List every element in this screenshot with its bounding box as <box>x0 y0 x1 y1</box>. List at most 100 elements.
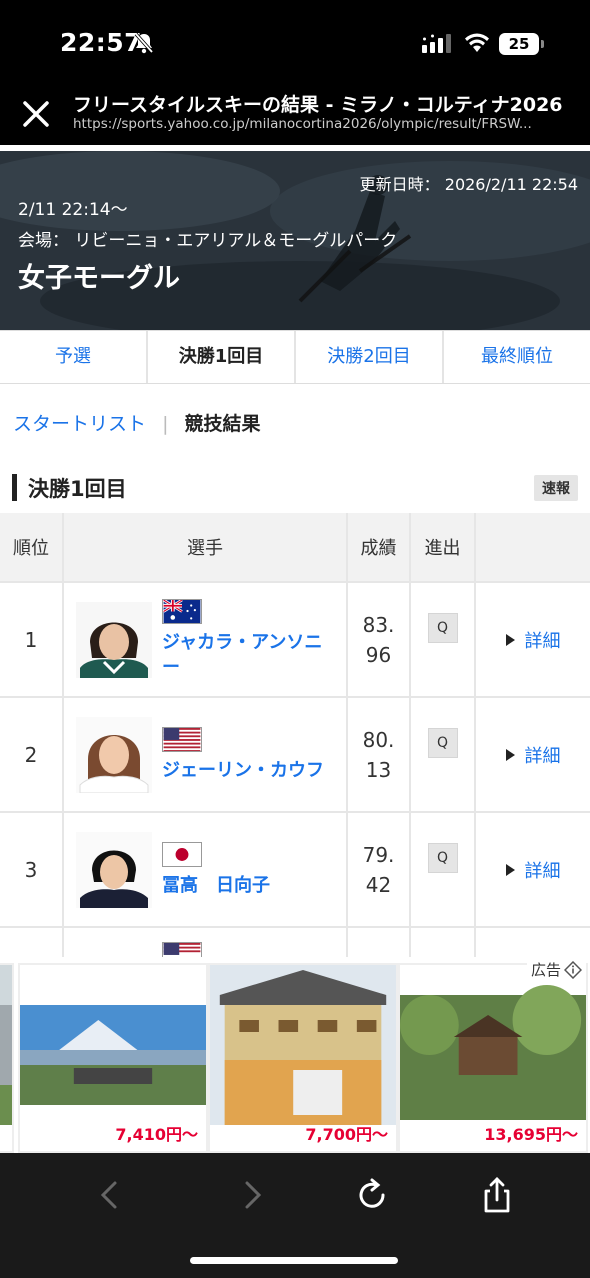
tab-qualification[interactable]: 予選 <box>0 331 148 383</box>
tab-final-ranking[interactable]: 最終順位 <box>444 331 590 383</box>
rank-value: 3 <box>24 857 38 882</box>
browser-header: フリースタイルスキーの結果 - ミラノ・コルティナ2026 https://sp… <box>0 90 590 148</box>
ad-card[interactable] <box>0 963 14 1153</box>
ad-image <box>210 965 396 1125</box>
status-bar: 22:57 25 <box>0 0 590 90</box>
page-url[interactable]: https://sports.yahoo.co.jp/milanocortina… <box>73 116 573 132</box>
rank-cell: 1 <box>0 583 64 696</box>
bell-slash-icon <box>134 32 154 54</box>
player-wrap: 冨高 日向子 <box>64 831 346 908</box>
player-name-link[interactable]: 冨高 日向子 <box>162 873 324 898</box>
triangle-right-icon <box>505 863 515 876</box>
detail-label: 詳細 <box>524 860 561 882</box>
athlete-photo[interactable] <box>76 716 152 793</box>
score-value: 79.42 <box>362 842 395 897</box>
ad-price: 7,700円〜 <box>305 1125 388 1144</box>
event-date: 2/11 22:14〜 <box>18 200 128 220</box>
breaking-badge: 速報 <box>534 475 578 501</box>
ad-image <box>400 965 586 1125</box>
battery-indicator: 25 <box>499 33 544 55</box>
page-title: フリースタイルスキーの結果 - ミラノ・コルティナ2026 <box>73 94 563 116</box>
ad-card[interactable]: 7,700円〜 <box>208 963 398 1153</box>
reload-icon[interactable] <box>352 1175 392 1215</box>
advance-cell: Q <box>411 698 476 811</box>
triangle-right-icon <box>505 748 515 761</box>
player-info: ジェーリン・カウフ <box>162 726 324 783</box>
start-list-link[interactable]: スタートリスト <box>13 413 146 435</box>
status-time: 22:57 <box>60 28 143 57</box>
player-info: ジャカラ・アンソニー <box>162 599 324 680</box>
forward-icon[interactable] <box>232 1175 272 1215</box>
ad-carousel[interactable]: 7,410円〜 7,700円〜 13,695円〜 広告 <box>0 957 590 1153</box>
subnav-separator: | <box>162 413 169 435</box>
rank-cell: 2 <box>0 698 64 811</box>
detail-cell: 詳細 <box>476 813 590 926</box>
section-heading: 決勝1回目 速報 <box>12 472 578 502</box>
tab-final-1[interactable]: 決勝1回目 <box>148 331 296 383</box>
score-value: 80.13 <box>362 727 395 782</box>
ad-price: 7,410円〜 <box>115 1125 198 1144</box>
header-detail <box>476 513 590 581</box>
flag-jpn-icon <box>162 841 202 867</box>
header-rank: 順位 <box>0 513 64 581</box>
detail-link[interactable]: 詳細 <box>505 857 561 883</box>
score-value: 83.96 <box>362 612 395 667</box>
signal-icon <box>422 34 451 53</box>
header-score: 成績 <box>348 513 411 581</box>
qualified-badge: Q <box>427 727 458 758</box>
flag-aus-icon <box>162 599 202 624</box>
ad-price: 13,695円〜 <box>484 1125 578 1144</box>
home-indicator <box>190 1257 398 1264</box>
rank-cell: 3 <box>0 813 64 926</box>
player-info: 冨高 日向子 <box>162 841 324 898</box>
rank-value: 1 <box>24 627 38 652</box>
share-icon[interactable] <box>477 1175 517 1215</box>
table-row: 2 ジェーリン・カウフ 80.13 Q 詳細 <box>0 698 590 813</box>
advance-cell: Q <box>411 583 476 696</box>
qualified-badge: Q <box>427 842 458 873</box>
flag-usa-icon <box>162 726 202 752</box>
detail-link[interactable]: 詳細 <box>505 627 561 653</box>
sub-navigation: スタートリスト | 競技結果 <box>13 409 261 436</box>
detail-link[interactable]: 詳細 <box>505 742 561 768</box>
advance-cell: Q <box>411 813 476 926</box>
info-icon <box>564 960 582 979</box>
close-icon[interactable] <box>20 98 52 130</box>
player-name-link[interactable]: ジェーリン・カウフ <box>162 758 324 783</box>
detail-cell: 詳細 <box>476 583 590 696</box>
section-title: 決勝1回目 <box>28 477 127 501</box>
header-advance: 進出 <box>411 513 476 581</box>
event-hero: 更新日時： 2026/2/11 22:54 2/11 22:14〜 会場： リビ… <box>0 151 590 330</box>
event-venue: 会場： リビーニョ・エアリアル＆モーグルパーク <box>18 231 398 251</box>
tab-final-2[interactable]: 決勝2回目 <box>296 331 444 383</box>
back-icon[interactable] <box>90 1175 130 1215</box>
ad-image <box>0 965 12 1125</box>
ad-card[interactable]: 13,695円〜 <box>398 963 588 1153</box>
updated-time: 更新日時： 2026/2/11 22:54 <box>359 175 578 194</box>
triangle-right-icon <box>505 633 515 646</box>
section-bar <box>12 474 17 501</box>
athlete-photo[interactable] <box>76 831 152 908</box>
detail-label: 詳細 <box>524 745 561 767</box>
round-tabs: 予選 決勝1回目 決勝2回目 最終順位 <box>0 330 590 384</box>
ad-card[interactable]: 7,410円〜 <box>18 963 208 1153</box>
header-player: 選手 <box>64 513 348 581</box>
table-row: 3 冨高 日向子 79.42 Q 詳細 <box>0 813 590 928</box>
athlete-photo[interactable] <box>76 601 152 678</box>
score-cell: 80.13 <box>348 698 411 811</box>
player-name-link[interactable]: ジャカラ・アンソニー <box>162 630 324 680</box>
results-current: 競技結果 <box>184 413 261 435</box>
player-cell: 冨高 日向子 <box>64 813 348 926</box>
player-cell: ジェーリン・カウフ <box>64 698 348 811</box>
qualified-badge: Q <box>427 612 458 643</box>
player-wrap: ジャカラ・アンソニー <box>64 599 346 680</box>
ad-label[interactable]: 広告 <box>526 959 586 980</box>
wifi-icon <box>465 33 489 52</box>
player-wrap: ジェーリン・カウフ <box>64 716 346 793</box>
event-title: 女子モーグル <box>18 263 180 294</box>
score-cell: 79.42 <box>348 813 411 926</box>
score-cell: 83.96 <box>348 583 411 696</box>
detail-cell: 詳細 <box>476 698 590 811</box>
table-header: 順位 選手 成績 進出 <box>0 513 590 583</box>
detail-label: 詳細 <box>524 630 561 652</box>
